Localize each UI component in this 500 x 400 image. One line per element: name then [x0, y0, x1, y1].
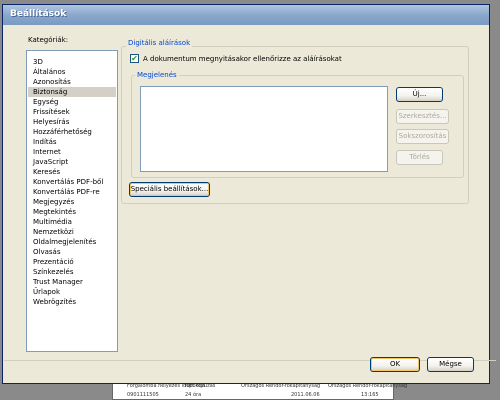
bg-cell: 24 óra — [185, 392, 202, 398]
advanced-settings-button[interactable]: Speciális beállítások... — [129, 182, 210, 197]
category-item[interactable]: Indítás — [33, 137, 57, 147]
category-item[interactable]: Webrögzítés — [33, 297, 76, 307]
new-appearance-button[interactable]: Új... — [396, 87, 443, 102]
category-item[interactable]: Hozzáférhetőség — [33, 127, 92, 137]
category-item[interactable]: Helyesírás — [33, 117, 69, 127]
category-item[interactable]: Általános — [33, 67, 65, 77]
cancel-button[interactable]: Mégse — [427, 357, 474, 372]
verify-signatures-label[interactable]: A dokumentum megnyitásakor ellenőrizze a… — [143, 55, 342, 63]
category-item[interactable]: JavaScript — [33, 157, 68, 167]
footer-separator — [4, 360, 496, 361]
appearance-list[interactable] — [140, 86, 388, 172]
duplicate-appearance-button[interactable]: Sokszorosítás — [396, 129, 449, 144]
category-item[interactable]: Konvertálás PDF-ből — [33, 177, 103, 187]
categories-list[interactable]: 3D Általános Azonosítás Biztonság Egység… — [26, 50, 118, 352]
category-item[interactable]: Olvasás — [33, 247, 60, 257]
category-item[interactable]: Konvertálás PDF-re — [33, 187, 100, 197]
category-item[interactable]: Prezentáció — [33, 257, 74, 267]
category-item[interactable]: Internet — [33, 147, 61, 157]
bg-cell: 0901111505 — [127, 392, 159, 398]
edit-appearance-button[interactable]: Szerkesztés... — [396, 109, 449, 124]
category-item[interactable]: Oldalmegjelenítés — [33, 237, 96, 247]
verify-signatures-checkbox[interactable]: ✔ — [130, 54, 139, 63]
category-item[interactable]: Megjegyzés — [33, 197, 74, 207]
appearance-title: Megjelenés — [135, 71, 179, 79]
category-item[interactable]: Egység — [33, 97, 58, 107]
category-item[interactable]: Multimédia — [33, 217, 72, 227]
ok-button[interactable]: OK — [370, 357, 420, 372]
category-item-selected[interactable]: Biztonság — [28, 87, 116, 97]
category-item[interactable]: Frissítések — [33, 107, 70, 117]
category-item[interactable]: Megtekintés — [33, 207, 76, 217]
category-item[interactable]: Trust Manager — [33, 277, 83, 287]
category-item[interactable]: Azonosítás — [33, 77, 71, 87]
bg-cell: 2011.06.06 — [291, 392, 320, 398]
digital-signatures-title: Digitális aláírások — [126, 39, 193, 47]
bg-cell: 13:165 — [361, 392, 379, 398]
delete-appearance-button[interactable]: Törlés — [396, 150, 443, 165]
category-item[interactable]: Űrlapok — [33, 287, 60, 297]
title-bar[interactable]: Beállítások — [3, 5, 489, 25]
category-item[interactable]: Keresés — [33, 167, 60, 177]
window-title: Beállítások — [10, 9, 67, 19]
category-item[interactable]: Nemzetközi — [33, 227, 74, 237]
category-item[interactable]: Színkezelés — [33, 267, 74, 277]
categories-label: Kategóriák: — [28, 36, 69, 44]
category-item[interactable]: 3D — [33, 57, 43, 67]
